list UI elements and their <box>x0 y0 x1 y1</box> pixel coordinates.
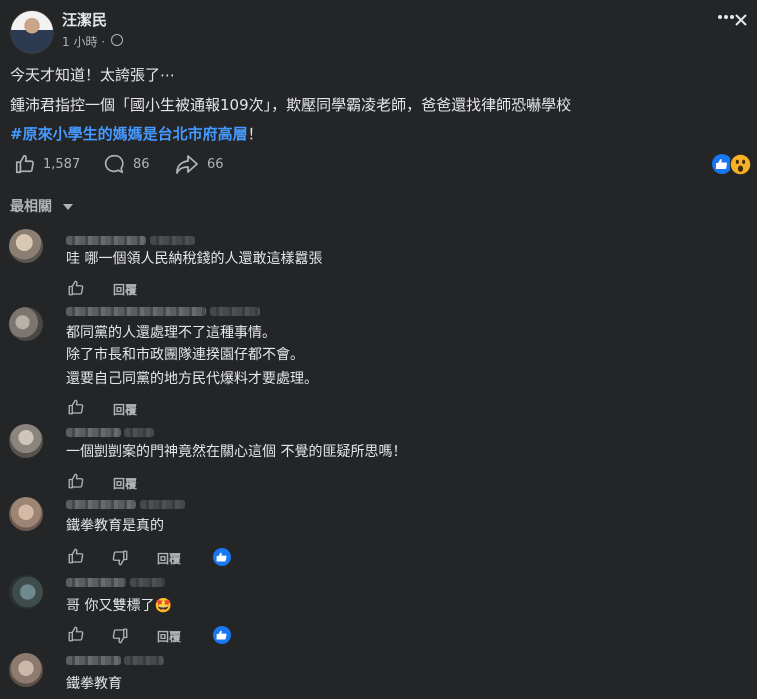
like-reaction-icon[interactable] <box>213 548 231 566</box>
commenter-name[interactable] <box>66 236 146 245</box>
comment-count[interactable]: 86 <box>133 157 150 172</box>
reply-button[interactable]: 回覆 <box>157 628 181 645</box>
commenter-badge <box>150 236 195 245</box>
commenter-badge <box>210 307 260 316</box>
reply-button[interactable]: 回覆 <box>113 475 137 492</box>
hashtag-suffix: ！ <box>247 125 263 143</box>
comment-text: 哥 你又雙標了🤩 <box>66 598 172 614</box>
like-icon[interactable] <box>67 547 85 565</box>
share-count[interactable]: 66 <box>207 157 224 172</box>
comment-text: 鐵拳教育 <box>66 676 122 692</box>
reply-button[interactable]: 回覆 <box>157 550 181 567</box>
hashtag-link[interactable]: #原來小學生的媽媽是台北市府高層 <box>10 125 248 143</box>
commenter-name[interactable] <box>66 656 121 665</box>
author-name[interactable]: 汪潔民 <box>62 9 107 30</box>
like-reaction-icon[interactable] <box>712 154 732 174</box>
comment-text: 還要自己同黨的地方民代爆料才要處理。 <box>66 371 318 387</box>
like-icon[interactable] <box>14 153 36 175</box>
sort-label: 最相關 <box>10 199 52 215</box>
reply-button[interactable]: 回覆 <box>113 281 137 298</box>
commenter-name[interactable] <box>66 428 121 437</box>
commenter-avatar[interactable] <box>9 497 43 531</box>
close-icon[interactable] <box>735 14 747 26</box>
post-text-line-2: 鍾沛君指控一個「國小生被通報109次」，欺壓同學霸凌老師，爸爸還找律師恐嚇學校 <box>10 96 572 114</box>
comment-text: 除了市長和市政團隊連揆園仔都不會。 <box>66 347 304 363</box>
comment-text: 一個剴剴案的門神竟然在關心這個 不覺的匪疑所思嗎！ <box>66 444 407 460</box>
comment-text: 鐵拳教育是真的 <box>66 518 164 534</box>
comment-text: 哇 哪一個領人民納稅錢的人還敢這樣囂張 <box>66 251 323 267</box>
globe-icon <box>111 34 123 46</box>
sort-dropdown[interactable]: 最相關 <box>10 196 73 216</box>
post-text-line-1: 今天才知道！太誇張了⋯ <box>10 66 176 84</box>
commenter-badge <box>124 656 164 665</box>
post-hashtag-line: #原來小學生的媽媽是台北市府高層！ <box>10 123 263 144</box>
post-timestamp[interactable]: 1 小時 · <box>62 33 105 50</box>
commenter-badge <box>130 578 165 587</box>
commenter-name[interactable] <box>66 578 126 587</box>
commenter-name[interactable] <box>66 307 206 316</box>
more-icon[interactable] <box>718 14 734 20</box>
like-icon[interactable] <box>67 398 85 416</box>
share-icon[interactable] <box>175 153 199 175</box>
commenter-avatar[interactable] <box>9 575 43 609</box>
commenter-badge <box>124 428 154 437</box>
commenter-avatar[interactable] <box>9 229 43 263</box>
dislike-icon[interactable] <box>111 627 129 645</box>
comment-text: 都同黨的人還處理不了這種事情。 <box>66 325 276 341</box>
chevron-down-icon <box>62 204 73 210</box>
like-count[interactable]: 1,587 <box>43 157 80 172</box>
dislike-icon[interactable] <box>111 549 129 567</box>
wow-reaction-icon[interactable] <box>730 154 751 175</box>
author-avatar[interactable] <box>10 10 54 54</box>
comment-icon[interactable] <box>103 153 125 175</box>
commenter-badge <box>140 500 185 509</box>
like-icon[interactable] <box>67 472 85 490</box>
commenter-avatar[interactable] <box>9 307 43 341</box>
like-icon[interactable] <box>67 625 85 643</box>
commenter-avatar[interactable] <box>9 653 43 687</box>
reply-button[interactable]: 回覆 <box>113 401 137 418</box>
commenter-name[interactable] <box>66 500 136 509</box>
like-reaction-icon[interactable] <box>213 626 231 644</box>
like-icon[interactable] <box>67 279 85 297</box>
commenter-avatar[interactable] <box>9 424 43 458</box>
